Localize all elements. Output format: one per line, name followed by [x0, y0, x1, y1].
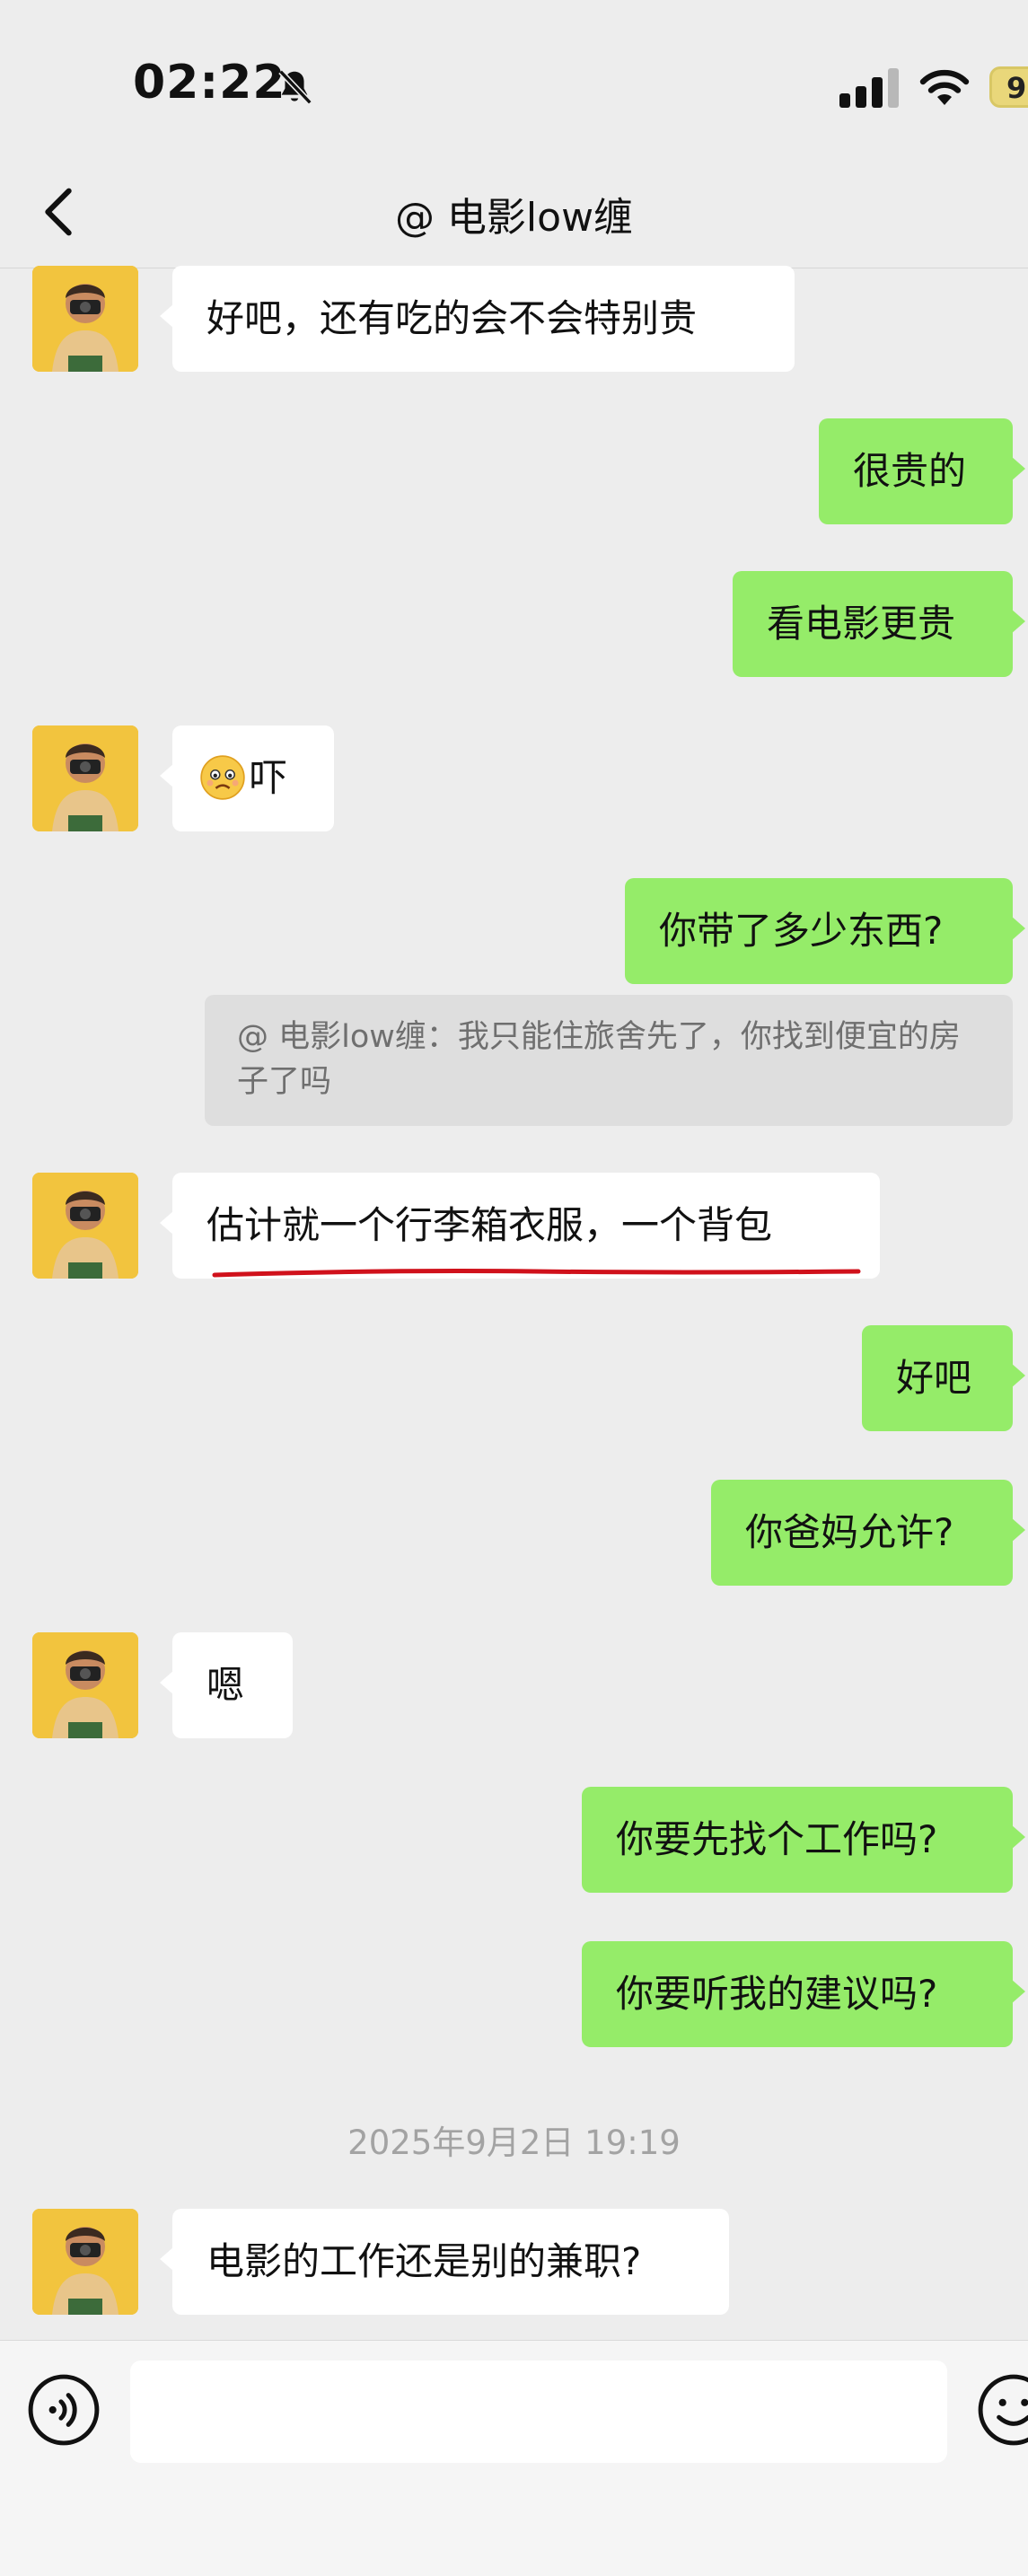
message-bubble[interactable]: 嗯 — [160, 1632, 293, 1738]
chat-header: @ 电影low缠 — [0, 153, 1028, 268]
avatar[interactable] — [32, 725, 138, 831]
emoji-icon[interactable] — [977, 2373, 1028, 2447]
voice-icon[interactable] — [27, 2373, 101, 2447]
message-bubble[interactable]: 吓 — [160, 725, 334, 831]
message-bubble[interactable]: 你带了多少东西? — [625, 878, 1025, 984]
battery-level: 9 — [1006, 71, 1027, 105]
quoted-message[interactable]: @ 电影low缠：我只能住旅舍先了，你找到便宜的房子了吗 — [205, 995, 1013, 1126]
message-bubble[interactable]: 你爸妈允许? — [711, 1480, 1025, 1586]
chat-timestamp: 2025年9月2日 19:19 — [347, 2123, 681, 2162]
worried-face-emoji — [200, 754, 245, 800]
bell-muted-icon — [278, 69, 312, 105]
message-bubble[interactable]: 好吧 — [862, 1325, 1025, 1431]
status-time: 02:22 — [133, 56, 286, 110]
message-bubble[interactable]: 很贵的 — [819, 418, 1025, 524]
message-bubble[interactable]: 你要听我的建议吗? — [582, 1941, 1025, 2047]
avatar[interactable] — [32, 1173, 138, 1279]
input-bar — [0, 2340, 1028, 2576]
battery-icon: 9 — [989, 66, 1028, 108]
avatar[interactable] — [32, 266, 138, 372]
red-underline-annotation — [212, 1269, 861, 1278]
message-bubble[interactable]: 你要先找个工作吗? — [582, 1787, 1025, 1893]
signal-icon — [839, 68, 899, 108]
avatar[interactable] — [32, 1632, 138, 1738]
message-bubble[interactable]: 电影的工作还是别的兼职? — [160, 2209, 729, 2315]
chat-title[interactable]: @ 电影low缠 — [0, 185, 1028, 242]
avatar[interactable] — [32, 2209, 138, 2315]
wifi-icon — [919, 69, 970, 105]
status-bar: 02:22 9 — [0, 0, 1028, 153]
message-bubble[interactable]: 看电影更贵 — [733, 571, 1025, 677]
message-input[interactable] — [130, 2361, 947, 2463]
message-bubble[interactable]: 好吧，还有吃的会不会特别贵 — [160, 266, 795, 372]
message-bubble[interactable]: 估计就一个行李箱衣服，一个背包 — [160, 1173, 880, 1279]
message-text: 吓 — [250, 756, 288, 800]
